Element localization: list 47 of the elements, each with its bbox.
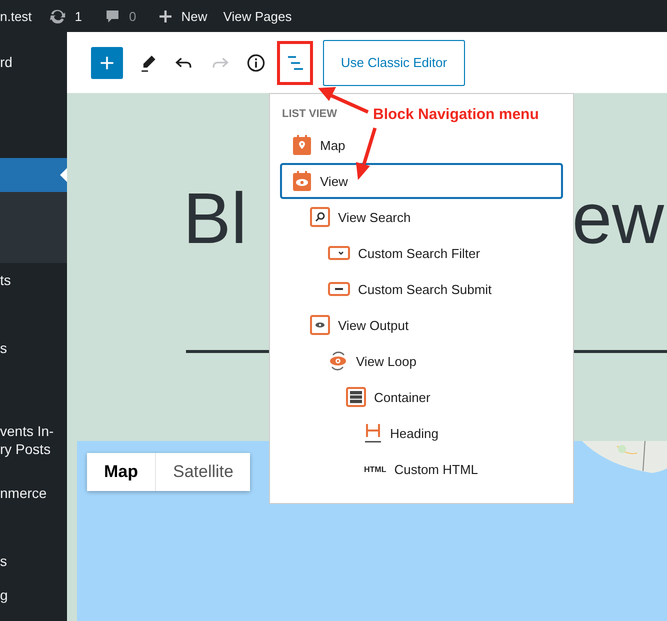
update-count: 1 xyxy=(74,8,82,24)
site-name[interactable]: n.test xyxy=(0,8,32,24)
sidebar-item[interactable]: vents In- ry Posts xyxy=(0,415,67,465)
container-icon xyxy=(346,387,366,407)
block-list-item[interactable]: Heading xyxy=(280,415,563,451)
block-list-item[interactable]: Map xyxy=(280,127,563,163)
plus-icon[interactable] xyxy=(158,8,174,24)
add-block-button[interactable] xyxy=(91,46,123,78)
comment-icon[interactable] xyxy=(104,8,122,24)
submenu-panel xyxy=(0,192,67,263)
block-list-item[interactable]: HTML Custom HTML xyxy=(280,451,563,487)
new-link[interactable]: New xyxy=(181,8,208,24)
block-list-item[interactable]: View Output xyxy=(280,307,563,343)
list-view-title: LIST VIEW xyxy=(282,108,337,120)
sidebar-item[interactable]: s xyxy=(0,331,67,365)
page-title: ew xyxy=(572,178,664,261)
view-pages-link[interactable]: View Pages xyxy=(223,8,292,24)
dropdown-icon xyxy=(328,246,350,260)
eye-loop-icon xyxy=(328,350,348,372)
map-pin-icon xyxy=(292,134,312,156)
sidebar-item[interactable]: s xyxy=(0,544,67,578)
map-type-tab[interactable]: Satellite xyxy=(155,453,250,491)
annotation-arrow xyxy=(356,127,377,180)
block-list-item[interactable]: View xyxy=(280,163,563,199)
heading-icon xyxy=(364,422,382,444)
comment-count: 0 xyxy=(129,8,136,24)
eye-icon xyxy=(292,170,312,192)
block-list-item[interactable]: View Search xyxy=(280,199,563,235)
classic-editor-button[interactable]: Use Classic Editor xyxy=(323,40,465,86)
list-view-button[interactable] xyxy=(277,40,313,84)
plus-icon xyxy=(98,54,116,72)
sidebar-item[interactable]: nmerce xyxy=(0,476,67,510)
sidebar-item[interactable]: g xyxy=(0,578,67,612)
block-list-item[interactable]: View Loop xyxy=(280,343,563,379)
map-type-tab[interactable]: Map xyxy=(87,453,155,491)
block-list-item[interactable]: Container xyxy=(280,379,563,415)
button-field-icon xyxy=(328,282,350,296)
html-icon: HTML xyxy=(364,464,386,474)
block-list-item[interactable]: Custom Search Filter xyxy=(280,235,563,271)
sidebar-item[interactable]: ts xyxy=(0,263,67,297)
page-title: Bl xyxy=(183,178,248,261)
search-icon xyxy=(310,207,330,227)
info-icon[interactable] xyxy=(245,52,267,74)
annotation-label: Block Navigation menu xyxy=(373,106,539,123)
eye-icon xyxy=(310,315,330,335)
block-list-item[interactable]: Custom Search Submit xyxy=(280,271,563,307)
sidebar-item[interactable]: rd xyxy=(0,45,67,79)
